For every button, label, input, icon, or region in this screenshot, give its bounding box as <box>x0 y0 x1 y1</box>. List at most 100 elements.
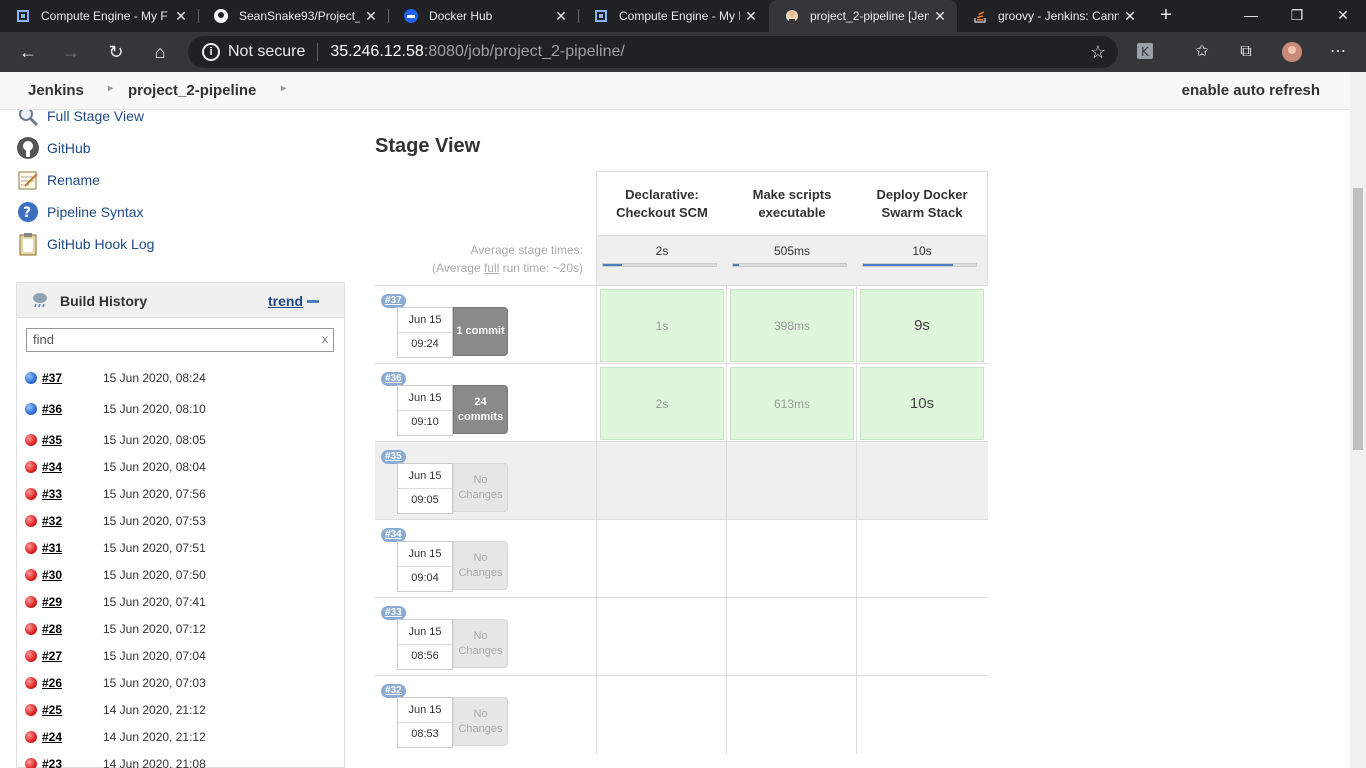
stage-duration[interactable]: 2s <box>600 367 724 440</box>
sidebar-item-label[interactable]: GitHub <box>47 140 91 156</box>
full-run-link[interactable]: full <box>484 261 499 275</box>
sidebar-item-label[interactable]: Pipeline Syntax <box>47 204 144 220</box>
run-changes[interactable]: 1 commit <box>453 307 508 356</box>
sidebar-item-rename[interactable]: Rename <box>16 168 100 192</box>
build-date[interactable]: 15 Jun 2020, 08:24 <box>103 371 206 385</box>
breadcrumb-job[interactable]: project_2-pipeline <box>128 82 256 99</box>
scrollbar-thumb[interactable] <box>1353 188 1363 450</box>
build-date[interactable]: 15 Jun 2020, 08:05 <box>103 433 206 447</box>
run-badge[interactable]: #34 <box>381 528 406 542</box>
build-number-link[interactable]: #32 <box>42 514 62 528</box>
reload-button[interactable]: ↻ <box>104 40 128 64</box>
build-history-row[interactable]: #23 14 Jun 2020, 21:08 <box>17 751 344 768</box>
tab-compute-engine-1[interactable]: Compute Engine - My F ✕ <box>0 0 198 32</box>
build-number-link[interactable]: #31 <box>42 541 62 555</box>
build-date[interactable]: 14 Jun 2020, 21:12 <box>103 703 206 717</box>
more-menu-icon[interactable]: ⋯ <box>1328 42 1348 62</box>
build-number-link[interactable]: #30 <box>42 568 62 582</box>
close-icon[interactable]: ✕ <box>1119 8 1141 25</box>
build-history-row[interactable]: #25 14 Jun 2020, 21:12 <box>17 697 344 724</box>
trend-link[interactable]: trend <box>268 293 303 309</box>
build-history-row[interactable]: #29 15 Jun 2020, 07:41 <box>17 589 344 616</box>
sidebar-item-github[interactable]: GitHub <box>16 136 91 160</box>
close-icon[interactable]: ✕ <box>740 8 762 25</box>
tab-jenkins-active[interactable]: project_2-pipeline [Jenk ✕ <box>769 0 957 32</box>
build-date[interactable]: 15 Jun 2020, 07:41 <box>103 595 206 609</box>
close-icon[interactable]: ✕ <box>360 8 382 25</box>
tab-docker-hub[interactable]: Docker Hub ✕ <box>388 0 578 32</box>
build-history-row[interactable]: #35 15 Jun 2020, 08:05 <box>17 427 344 454</box>
sidebar-item-label[interactable]: Rename <box>47 172 100 188</box>
build-number-link[interactable]: #36 <box>42 402 62 416</box>
run-badge[interactable]: #32 <box>381 684 406 698</box>
stage-duration[interactable]: 1s <box>600 289 724 362</box>
build-history-row[interactable]: #31 15 Jun 2020, 07:51 <box>17 535 344 562</box>
build-number-link[interactable]: #23 <box>42 757 62 768</box>
favorites-icon[interactable]: ✩ <box>1192 42 1212 62</box>
build-history-row[interactable]: #27 15 Jun 2020, 07:04 <box>17 643 344 670</box>
breadcrumb-jenkins[interactable]: Jenkins <box>28 82 84 99</box>
build-date[interactable]: 15 Jun 2020, 07:53 <box>103 514 206 528</box>
trend-icon[interactable] <box>307 300 319 303</box>
build-date[interactable]: 15 Jun 2020, 08:04 <box>103 460 206 474</box>
stage-duration[interactable]: 10s <box>860 367 984 440</box>
run-badge[interactable]: #35 <box>381 450 406 464</box>
new-tab-button[interactable]: + <box>1155 4 1177 26</box>
build-history-row[interactable]: #28 15 Jun 2020, 07:12 <box>17 616 344 643</box>
build-number-link[interactable]: #29 <box>42 595 62 609</box>
tab-stackoverflow[interactable]: groovy - Jenkins: Canno ✕ <box>957 0 1147 32</box>
scrollbar[interactable] <box>1350 72 1366 768</box>
sidebar-item-github-hook-log[interactable]: GitHub Hook Log <box>16 232 154 256</box>
run-changes[interactable]: 24 commits <box>453 385 508 434</box>
build-number-link[interactable]: #34 <box>42 460 62 474</box>
close-icon[interactable]: ✕ <box>550 8 572 25</box>
address-bar[interactable]: i Not secure 35.246.12.58:8080/job/proje… <box>188 36 1118 68</box>
build-date[interactable]: 15 Jun 2020, 07:50 <box>103 568 206 582</box>
info-icon[interactable]: i <box>202 43 220 61</box>
build-number-link[interactable]: #35 <box>42 433 62 447</box>
restore-button[interactable]: ❐ <box>1274 0 1320 32</box>
build-number-link[interactable]: #28 <box>42 622 62 636</box>
build-date[interactable]: 14 Jun 2020, 21:08 <box>103 757 206 768</box>
extension-icon[interactable]: K <box>1135 42 1155 62</box>
build-date[interactable]: 15 Jun 2020, 07:51 <box>103 541 206 555</box>
tab-compute-engine-2[interactable]: Compute Engine - My F ✕ <box>578 0 768 32</box>
star-icon[interactable]: ☆ <box>1090 42 1106 63</box>
collections-icon[interactable]: ⧉ <box>1236 42 1256 62</box>
build-date[interactable]: 15 Jun 2020, 07:56 <box>103 487 206 501</box>
tab-github[interactable]: SeanSnake93/Project_2 ✕ <box>198 0 388 32</box>
build-number-link[interactable]: #33 <box>42 487 62 501</box>
build-history-row[interactable]: #34 15 Jun 2020, 08:04 <box>17 454 344 481</box>
back-button[interactable]: ← <box>16 40 40 64</box>
build-number-link[interactable]: #37 <box>42 371 62 385</box>
run-badge[interactable]: #36 <box>381 372 406 386</box>
build-number-link[interactable]: #26 <box>42 676 62 690</box>
build-number-link[interactable]: #24 <box>42 730 62 744</box>
forward-button[interactable]: → <box>59 40 83 64</box>
run-badge[interactable]: #33 <box>381 606 406 620</box>
build-date[interactable]: 15 Jun 2020, 07:12 <box>103 622 206 636</box>
sidebar-item-pipeline-syntax[interactable]: ? Pipeline Syntax <box>16 200 144 224</box>
stage-duration[interactable]: 9s <box>860 289 984 362</box>
build-search-input[interactable]: find x <box>26 328 334 352</box>
avatar[interactable] <box>1282 42 1302 62</box>
sidebar-item-label[interactable]: GitHub Hook Log <box>47 236 154 252</box>
build-number-link[interactable]: #25 <box>42 703 62 717</box>
build-history-row[interactable]: #30 15 Jun 2020, 07:50 <box>17 562 344 589</box>
minimize-button[interactable]: — <box>1228 0 1274 32</box>
chevron-right-icon[interactable]: ▸ <box>108 83 113 94</box>
close-window-button[interactable]: ✕ <box>1320 0 1366 32</box>
build-history-row[interactable]: #36 15 Jun 2020, 08:10 <box>17 396 344 423</box>
chevron-right-icon[interactable]: ▸ <box>281 83 286 94</box>
build-history-row[interactable]: #33 15 Jun 2020, 07:56 <box>17 481 344 508</box>
stage-duration[interactable]: 613ms <box>730 367 854 440</box>
build-history-row[interactable]: #24 14 Jun 2020, 21:12 <box>17 724 344 751</box>
home-button[interactable]: ⌂ <box>148 40 172 64</box>
enable-auto-refresh-link[interactable]: enable auto refresh <box>1182 82 1320 99</box>
build-number-link[interactable]: #27 <box>42 649 62 663</box>
close-icon[interactable]: ✕ <box>929 8 951 25</box>
run-badge[interactable]: #37 <box>381 294 406 308</box>
build-history-row[interactable]: #26 15 Jun 2020, 07:03 <box>17 670 344 697</box>
clear-search-icon[interactable]: x <box>322 332 328 346</box>
build-history-row[interactable]: #37 15 Jun 2020, 08:24 <box>17 365 344 392</box>
